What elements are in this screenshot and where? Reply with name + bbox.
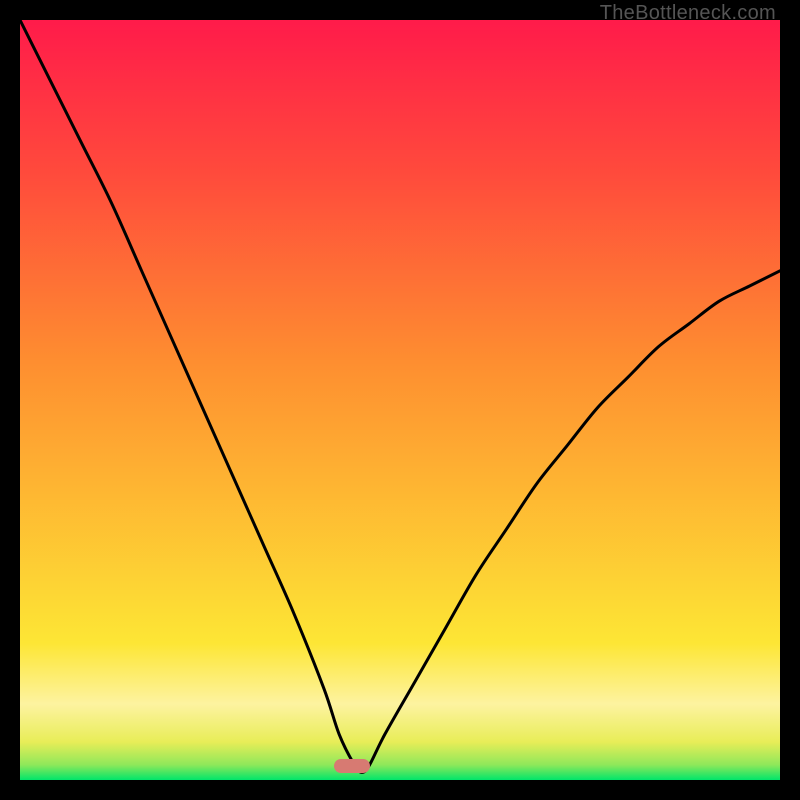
bottleneck-curve <box>20 20 780 780</box>
chart-frame: TheBottleneck.com <box>0 0 800 800</box>
plot-area <box>20 20 780 780</box>
watermark-text: TheBottleneck.com <box>600 2 776 25</box>
optimal-marker <box>334 759 370 773</box>
